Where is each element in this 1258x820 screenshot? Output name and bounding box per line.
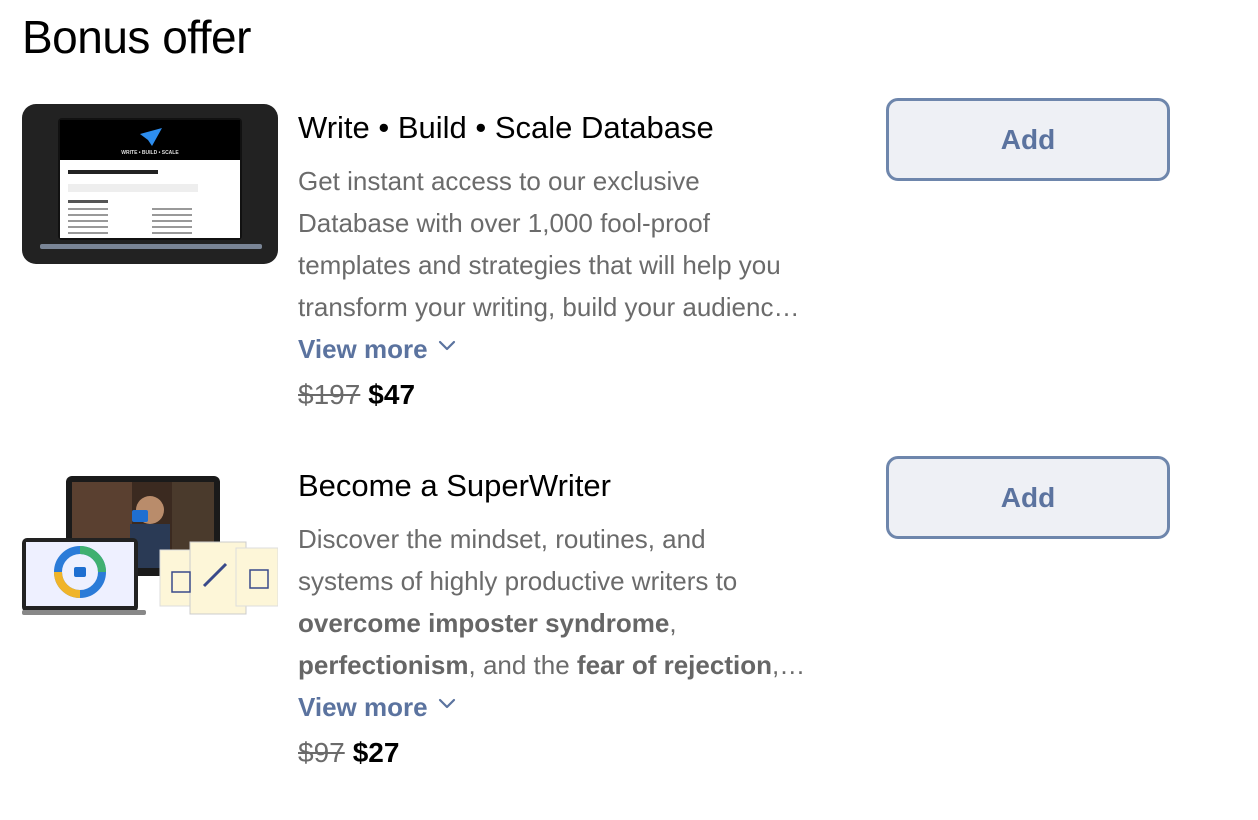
sale-price: $47 <box>368 379 416 410</box>
view-more-label: View more <box>298 691 428 722</box>
price: $197 $47 <box>298 378 868 412</box>
view-more-label: View more <box>298 333 428 364</box>
sale-price: $27 <box>352 737 400 768</box>
chevron-down-icon <box>438 340 455 351</box>
chevron-down-icon <box>438 698 455 709</box>
laptop-database-thumbnail: WRITE • BUILD • SCALE <box>22 104 278 264</box>
original-price: $97 <box>298 737 345 768</box>
price: $97 $27 <box>298 736 868 770</box>
section-title: Bonus offer <box>22 11 251 63</box>
course-bundle-thumbnail <box>22 476 278 615</box>
add-button[interactable]: Add <box>886 98 1170 181</box>
offer-description: Discover the mindset, routines, and syst… <box>298 524 806 680</box>
view-more-link[interactable]: View more <box>298 328 456 370</box>
offer-title: Write • Build • Scale Database <box>298 110 714 145</box>
add-button[interactable]: Add <box>886 456 1170 539</box>
original-price: $197 <box>298 379 361 410</box>
thumbnail-caption: WRITE • BUILD • SCALE <box>121 150 179 156</box>
offer-description: Get instant access to our exclusive Data… <box>298 166 800 322</box>
offer-title: Become a SuperWriter <box>298 468 611 503</box>
view-more-link[interactable]: View more <box>298 686 456 728</box>
